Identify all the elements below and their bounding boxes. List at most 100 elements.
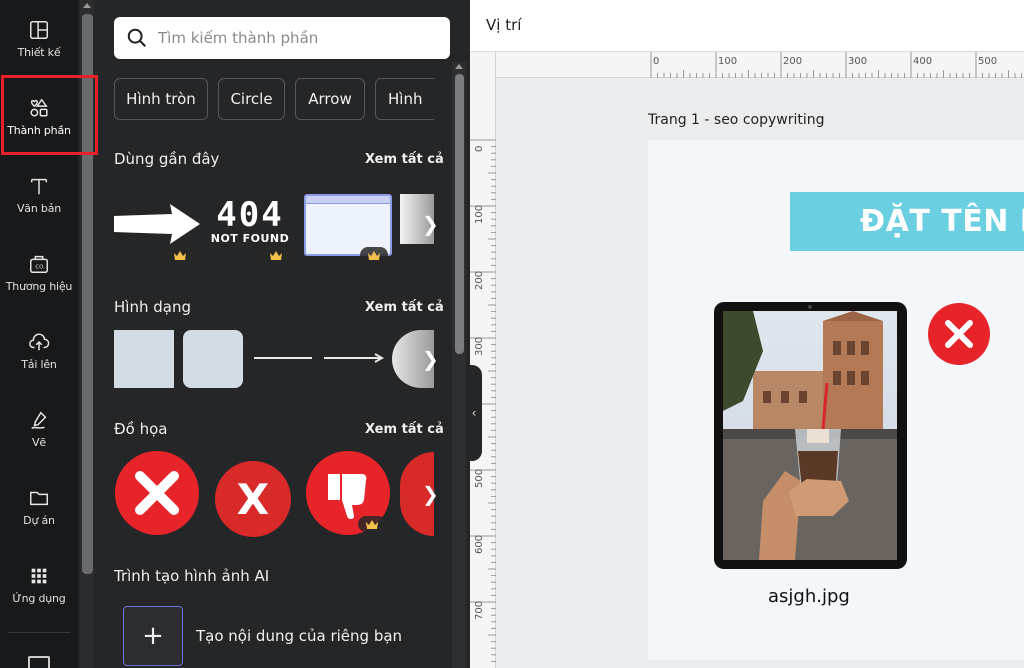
arrow-line-shape-thumb[interactable] (322, 350, 386, 366)
not-found-text: NOT FOUND (210, 232, 290, 245)
chevron-right-icon[interactable]: ❯ (422, 347, 439, 371)
horizontal-ruler[interactable]: 0 100 200 300 400 500 (496, 52, 1024, 78)
ruler-label: 200 (783, 56, 803, 67)
tablet-mockup[interactable] (714, 302, 907, 569)
editor-window: Thiết kế Thành phần Văn bản CO. Thương h… (0, 0, 1024, 668)
red-x-badge[interactable] (928, 303, 990, 365)
sidebar-item-label: Ứng dụng (12, 592, 66, 605)
folder-icon (30, 491, 48, 506)
vertical-ruler-ticks (470, 139, 496, 662)
chip-circle[interactable]: Circle (218, 78, 285, 120)
ruler-label: 0 (653, 56, 660, 67)
section-title-recent: Dùng gần đây (114, 150, 220, 168)
collapse-panel-handle[interactable]: ‹ (466, 365, 482, 461)
chip-hinh-tron[interactable]: Hình tròn (114, 78, 208, 120)
sidebar-rail: Thiết kế Thành phần Văn bản CO. Thương h… (0, 0, 78, 668)
filter-chips: Hình tròn Circle Arrow Hình (114, 78, 434, 120)
text-icon (30, 178, 48, 195)
vertical-ruler[interactable]: 0 100 200 300 400 500 600 700 (470, 52, 496, 668)
design-page[interactable]: ĐẶT TÊN FILE (648, 140, 1024, 660)
elements-icon (30, 98, 48, 117)
sidebar-item-label: Thiết kế (17, 46, 61, 59)
premium-crown-icon (358, 516, 386, 532)
ruler-label: 500 (978, 56, 998, 67)
ruler-label: 0 (474, 145, 485, 152)
ruler-label: 600 (474, 534, 485, 554)
rounded-square-shape-thumb[interactable] (183, 330, 243, 388)
svg-text:X: X (237, 475, 269, 524)
line-shape-thumb[interactable] (252, 350, 314, 366)
brand-icon: CO. (30, 255, 48, 273)
banner-text: ĐẶT TÊN FILE (860, 204, 1024, 239)
page-title[interactable]: Trang 1 - seo copywriting (648, 112, 825, 128)
sidebar-item-design[interactable]: Thiết kế (0, 0, 78, 78)
see-all-recent-button[interactable]: Xem tất cả (365, 152, 444, 167)
sidebar-item-text[interactable]: Văn bản (0, 156, 78, 234)
search-input[interactable] (158, 29, 438, 47)
sidebar-item-label: Thành phần (7, 124, 71, 137)
ai-create-button[interactable]: + (123, 606, 183, 666)
search-box[interactable] (114, 17, 450, 59)
premium-crown-icon (360, 247, 388, 263)
canvas-workspace: Vị trí 0 100 200 300 400 500 0 100 200 3… (470, 0, 1024, 668)
toolbar-title[interactable]: Vị trí (486, 16, 521, 34)
sidebar-item-label: Vẽ (32, 436, 46, 449)
premium-crown-icon (262, 247, 290, 263)
coffee-cathedral-photo (723, 311, 897, 560)
scroll-up-arrow-icon[interactable] (455, 64, 463, 69)
ruler-label: 300 (474, 336, 485, 356)
scroll-up-arrow-icon[interactable] (83, 3, 91, 8)
upload-cloud-icon (29, 333, 50, 351)
camera-dot (808, 305, 812, 309)
sidebar-item-elements[interactable]: Thành phần (0, 78, 78, 156)
ruler-label: 300 (848, 56, 868, 67)
see-all-shapes-button[interactable]: Xem tất cả (365, 300, 444, 315)
title-banner[interactable]: ĐẶT TÊN FILE (790, 192, 1024, 251)
sidebar-item-projects[interactable]: Dự án (0, 468, 78, 546)
ruler-label: 400 (913, 56, 933, 67)
square-shape-thumb[interactable] (114, 330, 174, 388)
sidebar-item-draw[interactable]: Vẽ (0, 390, 78, 468)
premium-crown-icon (166, 247, 194, 263)
sidebar-item-brand[interactable]: CO. Thương hiệu (0, 234, 78, 312)
not-found-graphic-thumb[interactable]: 404 NOT FOUND (206, 198, 294, 250)
layout-icon (30, 21, 48, 39)
ruler-label: 100 (718, 56, 738, 67)
horizontal-ruler-ticks (650, 52, 1022, 78)
sidebar-item-label: Tải lên (21, 358, 57, 371)
panel-scrollbar-thumb[interactable] (455, 74, 464, 354)
tablet-screen-photo (723, 311, 897, 560)
search-icon (127, 28, 146, 47)
chip-arrow[interactable]: Arrow (295, 78, 365, 120)
sidebar-item-label: Dự án (23, 514, 55, 527)
chevron-right-icon[interactable]: ❯ (422, 482, 439, 506)
red-x-circle-graphic[interactable] (114, 450, 200, 536)
arrow-graphic-thumb[interactable] (112, 202, 202, 246)
see-all-graphics-button[interactable]: Xem tất cả (365, 422, 444, 437)
rail-divider (8, 632, 70, 633)
section-title-graphics: Đồ họa (114, 420, 168, 438)
chevron-left-icon: ‹ (471, 406, 477, 420)
sidebar-item-label: Văn bản (16, 202, 62, 215)
more-apps-icon[interactable] (28, 656, 50, 668)
plus-icon: + (142, 621, 164, 651)
apps-grid-icon (31, 568, 47, 584)
sidebar-item-apps[interactable]: Ứng dụng (0, 546, 78, 624)
section-title-ai: Trình tạo hình ảnh AI (114, 567, 270, 585)
ruler-label: 700 (474, 600, 485, 620)
ruler-label: 100 (474, 204, 485, 224)
rail-scrollbar-thumb[interactable] (82, 14, 93, 574)
chevron-right-icon[interactable]: ❯ (422, 212, 439, 236)
section-title-shapes: Hình dạng (114, 298, 191, 316)
draw-icon (31, 411, 47, 429)
sidebar-item-label: Thương hiệu (5, 280, 73, 293)
chip-hinh[interactable]: Hình (375, 78, 434, 120)
sidebar-item-upload[interactable]: Tải lên (0, 312, 78, 390)
ai-create-label[interactable]: Tạo nội dung của riêng bạn (196, 627, 402, 645)
ruler-label: 500 (474, 468, 485, 488)
not-found-number: 404 (216, 195, 284, 235)
ruler-label: 200 (474, 270, 485, 290)
svg-text:CO.: CO. (35, 265, 45, 271)
red-x-letter-graphic[interactable]: X (214, 460, 292, 538)
filename-caption[interactable]: asjgh.jpg (768, 586, 850, 607)
